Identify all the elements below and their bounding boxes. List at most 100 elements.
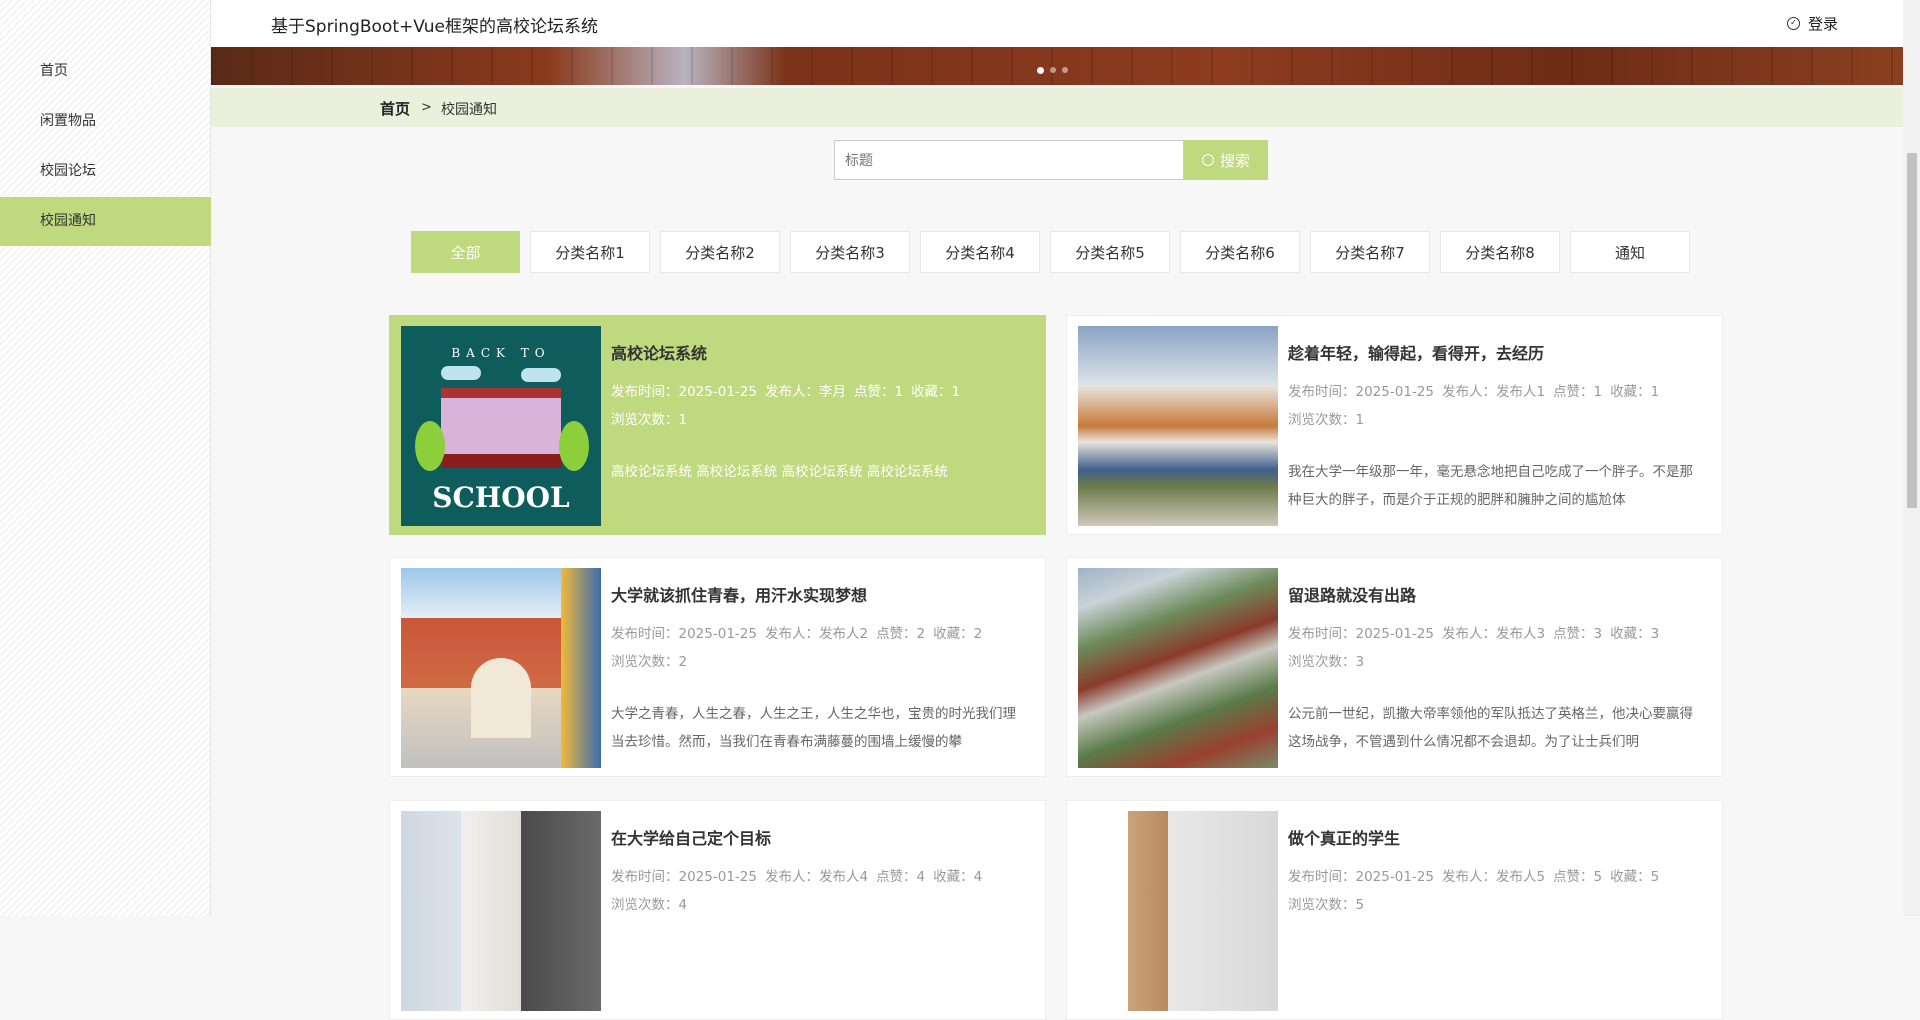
view-count: 浏览次数：1 (1288, 412, 1365, 428)
like-count: 点赞：1 (1553, 384, 1603, 400)
publisher: 发布人：发布人1 (1441, 384, 1546, 400)
card-image[interactable] (1078, 568, 1278, 768)
card-description (611, 943, 1025, 999)
card-description: 我在大学一年级那一年，毫无悬念地把自己吃成了一个胖子。不是那种巨大的胖子，而是介… (1288, 464, 1693, 508)
card-image[interactable]: BACK TO SCHOOL (401, 326, 601, 526)
sidebar-item-home[interactable]: 首页 (0, 47, 211, 96)
carousel-dot[interactable] (1050, 67, 1056, 73)
card-meta: 发布时间：2025-01-25 发布人：李月 点赞：1 收藏：1 (611, 378, 1025, 406)
tab-category-3[interactable]: 分类名称3 (790, 231, 910, 273)
publish-time: 发布时间：2025-01-25 (1288, 626, 1434, 642)
card-description: 高校论坛系统 高校论坛系统 高校论坛系统 高校论坛系统 (611, 464, 948, 480)
view-count: 浏览次数：3 (1288, 654, 1365, 670)
like-count: 点赞：4 (876, 869, 926, 885)
top-header: 基于SpringBoot+Vue框架的高校论坛系统 ✓ 登录 (211, 0, 1903, 47)
card-meta: 发布时间：2025-01-25 发布人：发布人5 点赞：5 收藏：5 (1288, 863, 1702, 891)
card-description: 公元前一世纪，凯撒大帝率领他的军队抵达了英格兰，他决心要赢得这场战争，不管遇到什… (1288, 706, 1693, 750)
card-meta: 发布时间：2025-01-25 发布人：发布人2 点赞：2 收藏：2 (611, 620, 1025, 648)
login-label: 登录 (1807, 15, 1838, 33)
sidebar-item-forum[interactable]: 校园论坛 (0, 147, 211, 196)
card-content: 做个真正的学生发布时间：2025-01-25 发布人：发布人5 点赞：5 收藏：5 浏览… (1288, 825, 1702, 999)
view-count: 浏览次数：4 (611, 897, 688, 913)
banner-carousel (211, 47, 1903, 85)
view-count: 浏览次数：5 (1288, 897, 1365, 913)
card-image[interactable] (401, 568, 601, 768)
like-count: 点赞：2 (876, 626, 926, 642)
card-image[interactable] (401, 811, 601, 1011)
publisher: 发布人：发布人3 (1441, 626, 1546, 642)
check-circle-icon: ✓ (1786, 17, 1800, 30)
image-lettering: BACK TO (451, 346, 551, 360)
card-meta: 发布时间：2025-01-25 发布人：发布人1 点赞：1 收藏：1 (1288, 378, 1702, 406)
card-content: 大学就该抓住青春，用汗水实现梦想发布时间：2025-01-25 发布人：发布人2 点… (611, 582, 1025, 756)
scrollbar-thumb[interactable] (1907, 153, 1917, 508)
tab-category-6[interactable]: 分类名称6 (1180, 231, 1300, 273)
publish-time: 发布时间：2025-01-25 (1288, 869, 1434, 885)
favorite-count: 收藏：1 (1610, 384, 1660, 400)
favorite-count: 收藏：5 (1610, 869, 1660, 885)
publish-time: 发布时间：2025-01-25 (611, 384, 757, 400)
tab-all[interactable]: 全部 (411, 231, 520, 273)
tab-category-8[interactable]: 分类名称8 (1440, 231, 1560, 273)
like-count: 点赞：3 (1553, 626, 1603, 642)
publisher: 发布人：发布人5 (1441, 869, 1546, 885)
view-count: 浏览次数：2 (611, 654, 688, 670)
login-button[interactable]: ✓ 登录 (1786, 13, 1838, 34)
favorite-count: 收藏：4 (933, 869, 983, 885)
card-description: 大学之青春，人生之春，人生之王，人生之华也，宝贵的时光我们理当去珍惜。然而，当我… (611, 706, 1016, 750)
publisher: 发布人：李月 (764, 384, 846, 400)
breadcrumb-separator: > (421, 100, 432, 115)
card-meta: 发布时间：2025-01-25 发布人：发布人4 点赞：4 收藏：4 (611, 863, 1025, 891)
tab-category-1[interactable]: 分类名称1 (530, 231, 650, 273)
notice-card[interactable]: 做个真正的学生发布时间：2025-01-25 发布人：发布人5 点赞：5 收藏：5 浏览… (1066, 800, 1723, 1020)
card-image[interactable] (1078, 811, 1278, 1011)
card-content: 留退路就没有出路发布时间：2025-01-25 发布人：发布人3 点赞：3 收藏：3 浏… (1288, 582, 1702, 756)
notice-card[interactable]: 在大学给自己定个目标发布时间：2025-01-25 发布人：发布人4 点赞：4 收藏：… (389, 800, 1046, 1020)
card-title[interactable]: 大学就该抓住青春，用汗水实现梦想 (611, 582, 1025, 606)
tab-category-2[interactable]: 分类名称2 (660, 231, 780, 273)
sidebar-item-notices[interactable]: 校园通知 (0, 197, 211, 246)
breadcrumb-home[interactable]: 首页 (380, 98, 410, 119)
category-tabs: 全部 分类名称1 分类名称2 分类名称3 分类名称4 分类名称5 分类名称6 分… (411, 231, 1690, 273)
carousel-dot[interactable] (1037, 67, 1044, 74)
notice-card[interactable]: 趁着年轻，输得起，看得开，去经历 发布时间：2025-01-25 发布人：发布人1 点… (1066, 315, 1723, 535)
card-title[interactable]: 高校论坛系统 (611, 340, 1025, 364)
search-icon (1201, 154, 1214, 166)
card-title[interactable]: 做个真正的学生 (1288, 825, 1702, 849)
card-title[interactable]: 留退路就没有出路 (1288, 582, 1702, 606)
tab-notice[interactable]: 通知 (1570, 231, 1690, 273)
card-image[interactable] (1078, 326, 1278, 526)
carousel-dot[interactable] (1062, 67, 1068, 73)
like-count: 点赞：5 (1553, 869, 1603, 885)
card-meta: 发布时间：2025-01-25 发布人：发布人3 点赞：3 收藏：3 (1288, 620, 1702, 648)
like-count: 点赞：1 (853, 384, 904, 400)
notice-card[interactable]: BACK TO SCHOOL 高校论坛系统发布时间：2025-01-25 发布人：李月… (389, 315, 1046, 535)
card-title[interactable]: 在大学给自己定个目标 (611, 825, 1025, 849)
publish-time: 发布时间：2025-01-25 (611, 626, 757, 642)
favorite-count: 收藏：1 (911, 384, 961, 400)
notice-card[interactable]: 大学就该抓住青春，用汗水实现梦想发布时间：2025-01-25 发布人：发布人2 点… (389, 557, 1046, 777)
title-search-input[interactable] (834, 140, 1184, 180)
view-count: 浏览次数：1 (611, 412, 688, 428)
tab-category-5[interactable]: 分类名称5 (1050, 231, 1170, 273)
card-description (1288, 943, 1702, 999)
image-lettering: SCHOOL (432, 481, 570, 514)
sidebar: 首页 闲置物品 校园论坛 校园通知 (0, 0, 211, 916)
search-button-label: 搜索 (1219, 152, 1250, 170)
sidebar-item-idle-goods[interactable]: 闲置物品 (0, 97, 211, 146)
publisher: 发布人：发布人4 (764, 869, 869, 885)
publisher: 发布人：发布人2 (764, 626, 869, 642)
card-content: 在大学给自己定个目标发布时间：2025-01-25 发布人：发布人4 点赞：4 收藏：… (611, 825, 1025, 999)
favorite-count: 收藏：2 (933, 626, 983, 642)
site-title: 基于SpringBoot+Vue框架的高校论坛系统 (271, 17, 598, 37)
notice-card[interactable]: 留退路就没有出路发布时间：2025-01-25 发布人：发布人3 点赞：3 收藏：3 浏… (1066, 557, 1723, 777)
search-button[interactable]: 搜索 (1184, 140, 1268, 180)
publish-time: 发布时间：2025-01-25 (611, 869, 757, 885)
page-scrollbar[interactable] (1903, 0, 1920, 916)
tab-category-7[interactable]: 分类名称7 (1310, 231, 1430, 273)
favorite-count: 收藏：3 (1610, 626, 1660, 642)
carousel-indicators (1037, 67, 1068, 74)
card-content: 趁着年轻，输得起，看得开，去经历 发布时间：2025-01-25 发布人：发布人1 点… (1288, 340, 1702, 514)
card-title[interactable]: 趁着年轻，输得起，看得开，去经历 (1288, 340, 1702, 364)
tab-category-4[interactable]: 分类名称4 (920, 231, 1040, 273)
